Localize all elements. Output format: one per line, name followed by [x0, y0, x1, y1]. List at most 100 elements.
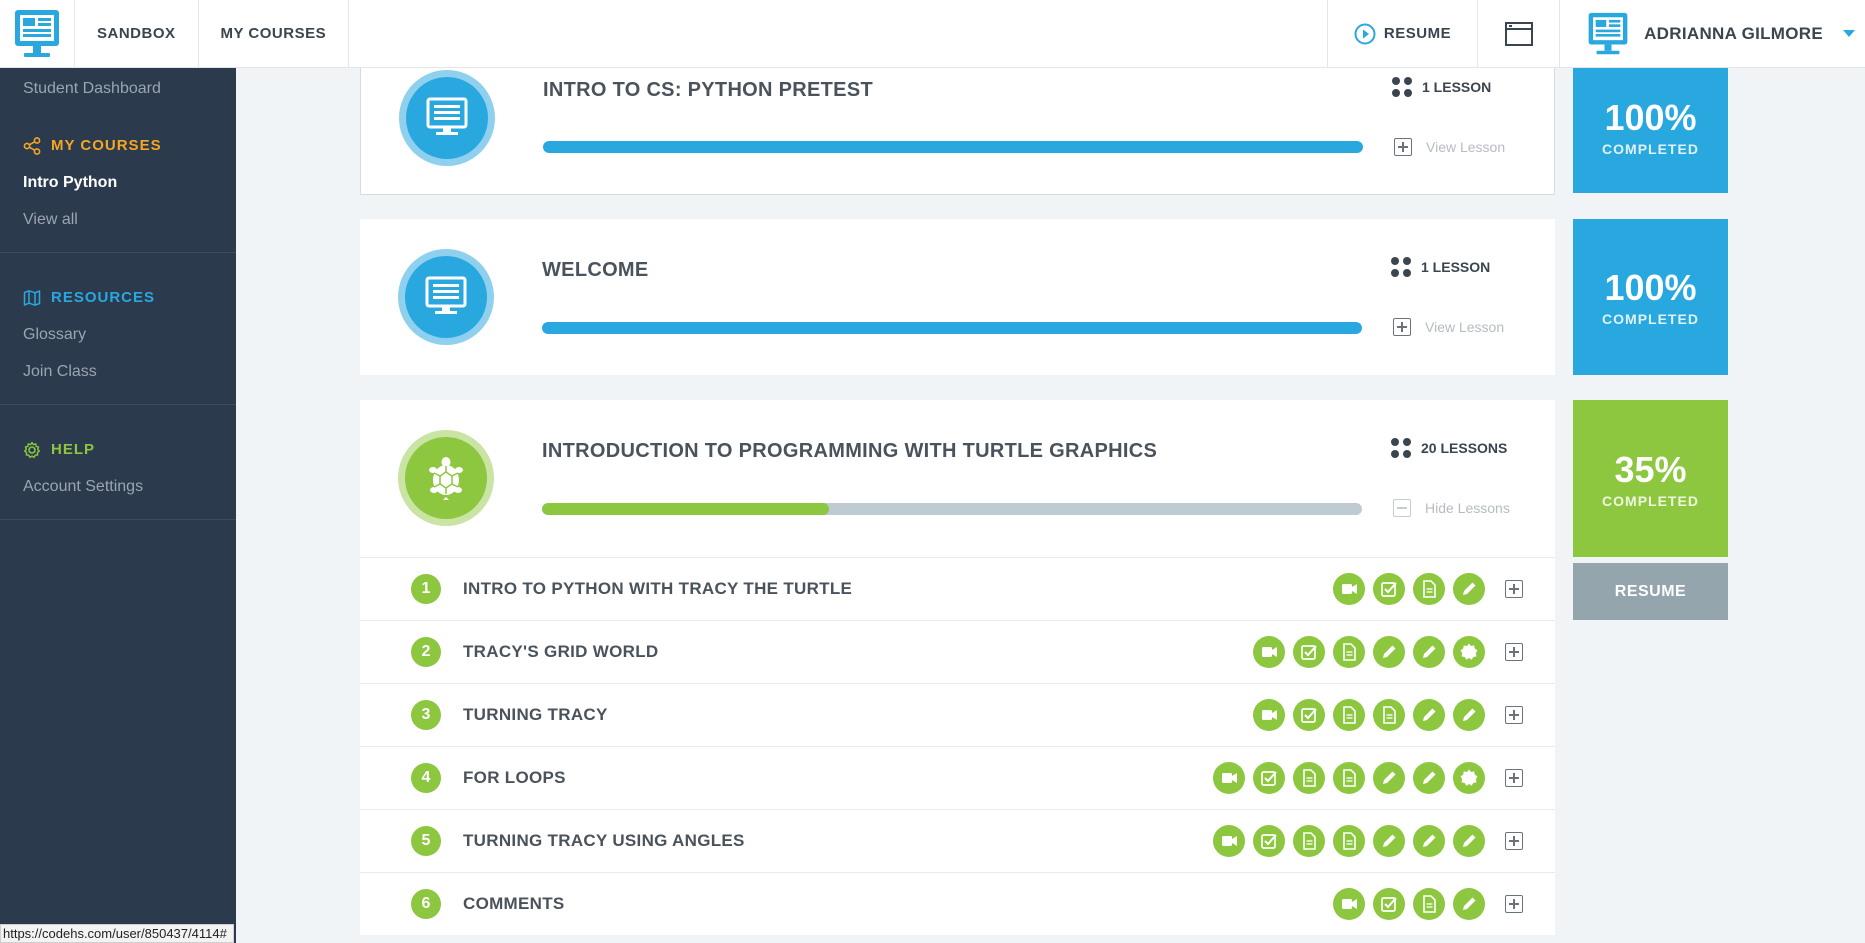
view-lesson-toggle[interactable]: View Lesson [1394, 138, 1505, 156]
nav-my-courses[interactable]: MY COURSES [197, 0, 350, 67]
grid-dots-icon [1391, 257, 1411, 277]
expand-lesson-icon[interactable] [1505, 580, 1523, 598]
sidebar: Student Dashboard MY COURSES Intro Pytho… [0, 68, 236, 943]
pencil-icon[interactable] [1413, 699, 1445, 731]
lesson-title[interactable]: TRACY'S GRID WORLD [463, 642, 659, 662]
pencil-icon[interactable] [1373, 636, 1405, 668]
turtle-icon [429, 457, 463, 500]
codehs-logo[interactable] [0, 0, 74, 67]
status-bar-url: https://codehs.com/user/850437/4114# [0, 924, 234, 943]
sidebar-item-intro-python[interactable]: Intro Python [0, 164, 236, 201]
document-icon[interactable] [1293, 762, 1325, 794]
map-icon [23, 289, 41, 306]
lesson-number: 5 [411, 826, 441, 856]
hide-lessons-toggle[interactable]: Hide Lessons [1393, 499, 1510, 517]
pencil-icon[interactable] [1373, 762, 1405, 794]
check-icon[interactable] [1373, 573, 1405, 605]
document-icon[interactable] [1333, 636, 1365, 668]
share-nodes-icon [23, 136, 41, 155]
toggle-label: View Lesson [1425, 319, 1505, 335]
nav-sandbox[interactable]: SANDBOX [74, 0, 198, 67]
sidebar-divider [0, 404, 236, 405]
lesson-title[interactable]: COMMENTS [463, 894, 565, 914]
view-lesson-toggle[interactable]: View Lesson [1393, 318, 1504, 336]
lesson-title[interactable]: TURNING TRACY [463, 705, 608, 725]
video-icon[interactable] [1213, 825, 1245, 857]
lesson-number: 6 [411, 889, 441, 919]
expand-lesson-icon[interactable] [1505, 769, 1523, 787]
lesson-row[interactable]: 6 COMMENTS [360, 872, 1555, 935]
document-icon[interactable] [1373, 699, 1405, 731]
progress-fill [543, 141, 1363, 153]
lesson-row[interactable]: 3 TURNING TRACY [360, 683, 1555, 746]
completion-label: COMPLETED [1602, 492, 1699, 509]
completion-box: 100% COMPLETED [1573, 219, 1728, 375]
lesson-row[interactable]: 5 TURNING TRACY USING ANGLES [360, 809, 1555, 872]
module-card: INTRO TO CS: PYTHON PRETEST 1 LESSON Vie… [360, 60, 1555, 195]
document-icon[interactable] [1413, 888, 1445, 920]
check-icon[interactable] [1253, 825, 1285, 857]
pencil-icon[interactable] [1453, 699, 1485, 731]
lesson-count-label: 1 LESSON [1422, 79, 1492, 95]
lesson-row[interactable]: 4 FOR LOOPS [360, 746, 1555, 809]
pencil-icon[interactable] [1413, 636, 1445, 668]
expand-lesson-icon[interactable] [1505, 895, 1523, 913]
sidebar-head-label: MY COURSES [51, 137, 162, 154]
plus-box-icon [1393, 318, 1411, 336]
pencil-icon[interactable] [1453, 888, 1485, 920]
monitor-logo-icon [15, 9, 59, 57]
check-icon[interactable] [1373, 888, 1405, 920]
module-icon [398, 430, 494, 526]
sidebar-head-label: RESOURCES [51, 289, 156, 306]
sandbox-window-button[interactable] [1477, 0, 1559, 67]
document-icon[interactable] [1333, 762, 1365, 794]
lesson-row[interactable]: 2 TRACY'S GRID WORLD [360, 620, 1555, 683]
pencil-icon[interactable] [1413, 825, 1445, 857]
lesson-number: 3 [411, 700, 441, 730]
video-icon[interactable] [1333, 573, 1365, 605]
completion-percent: 35% [1614, 448, 1687, 490]
badge-icon[interactable] [1453, 636, 1485, 668]
pencil-icon[interactable] [1453, 573, 1485, 605]
minus-box-icon [1393, 499, 1411, 517]
video-icon[interactable] [1213, 762, 1245, 794]
expand-lesson-icon[interactable] [1505, 832, 1523, 850]
lesson-title[interactable]: FOR LOOPS [463, 768, 566, 788]
document-icon[interactable] [1333, 825, 1365, 857]
lesson-count: 1 LESSON [1392, 77, 1491, 97]
video-icon[interactable] [1253, 699, 1285, 731]
progress-fill [542, 322, 1362, 334]
pencil-icon[interactable] [1373, 825, 1405, 857]
sidebar-item-dashboard[interactable]: Student Dashboard [0, 70, 236, 107]
document-icon[interactable] [1293, 825, 1325, 857]
lesson-title[interactable]: INTRO TO PYTHON WITH TRACY THE TURTLE [463, 579, 852, 599]
check-icon[interactable] [1293, 636, 1325, 668]
check-icon[interactable] [1253, 762, 1285, 794]
check-icon[interactable] [1293, 699, 1325, 731]
expand-lesson-icon[interactable] [1505, 706, 1523, 724]
document-icon[interactable] [1413, 573, 1445, 605]
document-icon[interactable] [1333, 699, 1365, 731]
lesson-activities [1213, 762, 1523, 794]
lesson-count: 1 LESSON [1391, 257, 1490, 277]
lesson-row[interactable]: 1 INTRO TO PYTHON WITH TRACY THE TURTLE [360, 557, 1555, 620]
sidebar-item-account-settings[interactable]: Account Settings [0, 468, 236, 505]
video-icon[interactable] [1333, 888, 1365, 920]
sidebar-item-join-class[interactable]: Join Class [0, 353, 236, 390]
sidebar-item-view-all[interactable]: View all [0, 201, 236, 238]
video-icon[interactable] [1253, 636, 1285, 668]
badge-icon[interactable] [1453, 762, 1485, 794]
pencil-icon[interactable] [1453, 825, 1485, 857]
completion-percent: 100% [1604, 96, 1697, 138]
lesson-activities [1333, 573, 1523, 605]
sidebar-item-glossary[interactable]: Glossary [0, 316, 236, 353]
lesson-activities [1253, 699, 1523, 731]
pencil-icon[interactable] [1413, 762, 1445, 794]
module-resume-button[interactable]: RESUME [1573, 563, 1728, 620]
lesson-title[interactable]: TURNING TRACY USING ANGLES [463, 831, 745, 851]
resume-label: RESUME [1383, 25, 1452, 42]
resume-button[interactable]: RESUME [1326, 0, 1477, 67]
expand-lesson-icon[interactable] [1505, 643, 1523, 661]
module-card: WELCOME 1 LESSON View Lesson [360, 219, 1555, 375]
user-menu[interactable]: ADRIANNA GILMORE [1559, 0, 1865, 67]
